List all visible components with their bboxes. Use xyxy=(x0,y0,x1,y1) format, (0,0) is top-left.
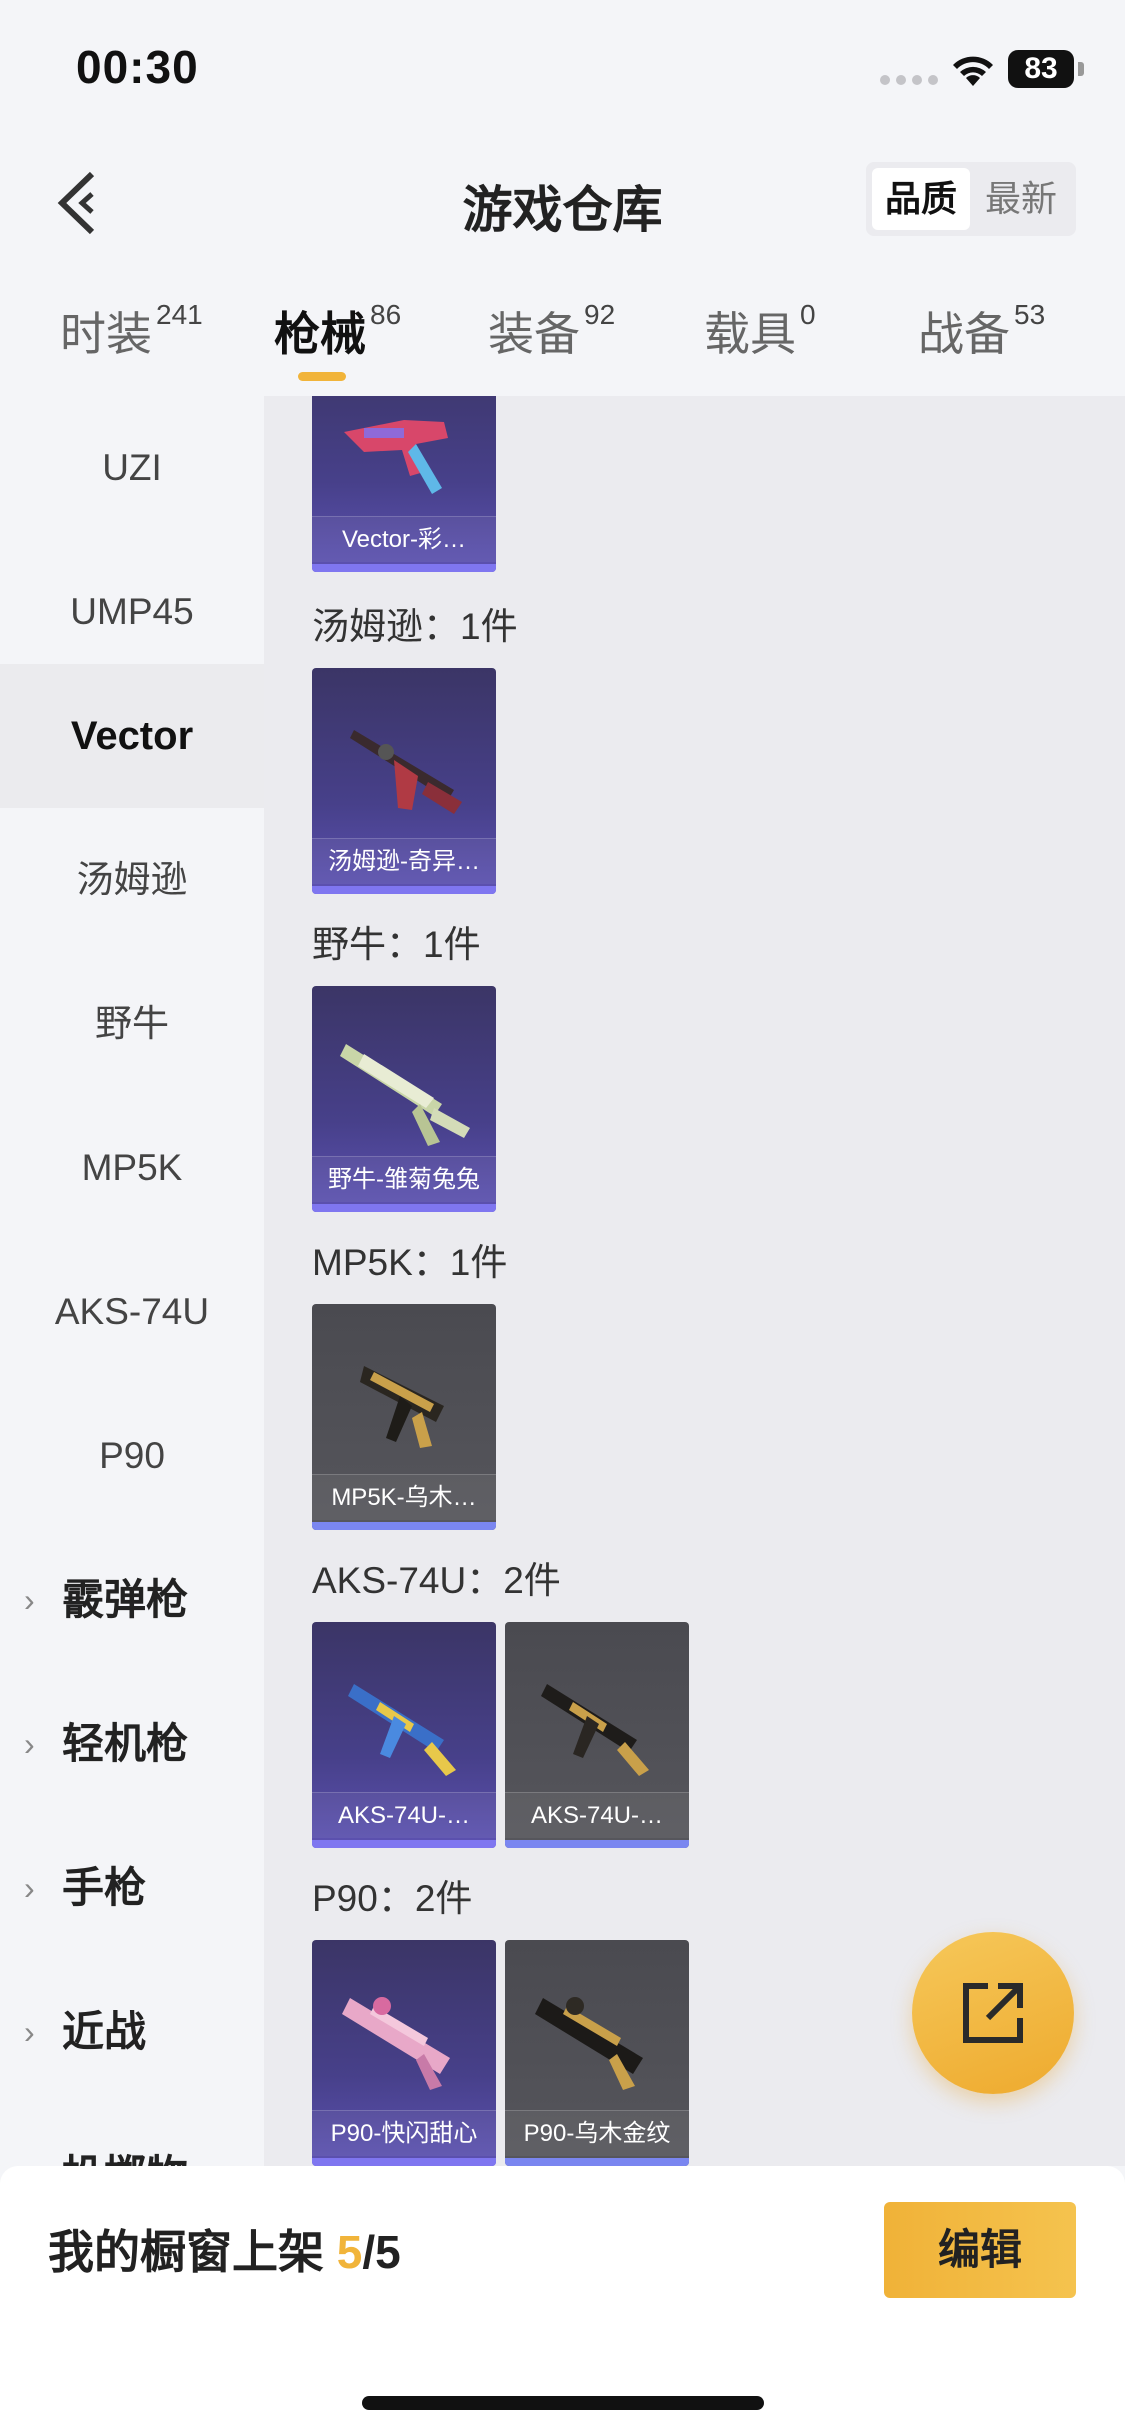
item-card-label: P90-乌木金纹 xyxy=(505,2110,689,2156)
rarity-bar xyxy=(505,1840,689,1848)
bizon-gun-icon xyxy=(340,1044,470,1146)
showcase-status: 我的橱窗上架 5/5 xyxy=(48,2216,401,2282)
status-bar: 00:30 83 xyxy=(0,0,1125,140)
sidebar-item-aks74u[interactable]: AKS-74U xyxy=(0,1240,264,1384)
active-tab-indicator xyxy=(298,372,346,381)
battery-tip xyxy=(1078,62,1084,76)
tab-supplies[interactable]: 战备 53 xyxy=(918,298,1045,364)
item-card-bizon[interactable]: 野牛-雏菊兔兔 xyxy=(312,986,496,1212)
rarity-bar xyxy=(312,1840,496,1848)
category-tabs: 时装 241 枪械 86 装备 92 载具 0 战备 53 xyxy=(0,290,1125,396)
tab-count: 92 xyxy=(584,299,616,330)
rarity-bar xyxy=(505,2158,689,2166)
p90-gun-icon xyxy=(535,1997,643,2090)
group-title-mp5k: MP5K：1件 xyxy=(312,1242,508,1283)
tab-fashion[interactable]: 时装 241 xyxy=(60,298,203,364)
aks74u-gun-icon xyxy=(348,1684,456,1776)
item-card-label: AKS-74U-… xyxy=(505,1792,689,1838)
thompson-gun-icon xyxy=(350,730,462,814)
mp5k-gun-icon xyxy=(360,1366,444,1448)
tab-weapons[interactable]: 枪械 86 xyxy=(274,298,401,364)
group-title-bizon: 野牛：1件 xyxy=(312,924,481,965)
item-card-label: 野牛-雏菊兔兔 xyxy=(312,1156,496,1202)
sidebar-item-ump45[interactable]: UMP45 xyxy=(0,540,264,684)
sidebar-group-lmg[interactable]: › 轻机枪 xyxy=(0,1672,264,1816)
item-card-aks74u-1[interactable]: AKS-74U-… xyxy=(312,1622,496,1848)
home-indicator xyxy=(362,2396,764,2410)
tab-count: 86 xyxy=(370,299,402,330)
battery-indicator: 83 xyxy=(1008,50,1074,88)
sidebar-item-uzi[interactable]: UZI xyxy=(0,396,264,540)
sidebar-item-bizon[interactable]: 野牛 xyxy=(0,952,264,1096)
showcase-current-count: 5 xyxy=(336,2226,363,2278)
edit-button[interactable]: 编辑 xyxy=(884,2202,1076,2298)
chevron-right-icon: › xyxy=(24,1582,35,1618)
sidebar-group-pistol[interactable]: › 手枪 xyxy=(0,1816,264,1960)
sort-toggle: 品质 最新 xyxy=(866,162,1076,236)
sidebar-group-melee[interactable]: › 近战 xyxy=(0,1960,264,2104)
group-title-thompson: 汤姆逊：1件 xyxy=(312,606,518,647)
sidebar-group-throwable[interactable]: ›投掷物 xyxy=(0,2104,264,2166)
group-title-p90: P90：2件 xyxy=(312,1878,473,1919)
tab-equipment[interactable]: 装备 92 xyxy=(488,298,615,364)
group-title-aks74u: AKS-74U：2件 xyxy=(312,1560,561,1601)
rarity-bar xyxy=(312,564,496,572)
item-card-label: 汤姆逊-奇异… xyxy=(312,838,496,884)
aks74u-gun-icon xyxy=(541,1684,649,1776)
showcase-label: 我的橱窗上架 xyxy=(48,2226,324,2278)
item-card-label: MP5K-乌木… xyxy=(312,1474,496,1520)
item-card-mp5k[interactable]: MP5K-乌木… xyxy=(312,1304,496,1530)
nav-header: 游戏仓库 品质 最新 xyxy=(0,140,1125,260)
rarity-bar xyxy=(312,2158,496,2166)
sidebar-item-thompson[interactable]: 汤姆逊 xyxy=(0,808,264,952)
showcase-total: /5 xyxy=(362,2226,401,2278)
sidebar-item-vector[interactable]: Vector xyxy=(0,664,264,808)
weapon-list: Vector-彩… 汤姆逊：1件 汤姆逊-奇异… 野牛：1件 野牛-雏菊兔兔 M… xyxy=(264,396,1125,2166)
tab-count: 0 xyxy=(800,299,816,330)
share-external-icon xyxy=(963,1983,1023,2043)
sidebar-item-mp5k[interactable]: MP5K xyxy=(0,1096,264,1240)
item-card-label: P90-快闪甜心 xyxy=(312,2110,496,2156)
chevron-right-icon: › xyxy=(24,1726,35,1762)
chevron-right-icon: › xyxy=(24,1870,35,1906)
rarity-bar xyxy=(312,1522,496,1530)
sidebar-item-p90[interactable]: P90 xyxy=(0,1384,264,1528)
item-card-p90-1[interactable]: P90-快闪甜心 xyxy=(312,1940,496,2166)
item-card-label: AKS-74U-… xyxy=(312,1792,496,1838)
tab-count: 241 xyxy=(156,299,203,330)
cellular-signal-icon xyxy=(880,72,944,85)
item-card-p90-2[interactable]: P90-乌木金纹 xyxy=(505,1940,689,2166)
item-card-thompson[interactable]: 汤姆逊-奇异… xyxy=(312,668,496,894)
sort-by-quality-button[interactable]: 品质 xyxy=(872,168,970,230)
chevron-right-icon: › xyxy=(24,2014,35,2050)
sort-by-newest-button[interactable]: 最新 xyxy=(972,168,1070,230)
rarity-bar xyxy=(312,886,496,894)
weapon-sidebar: UZI UMP45 Vector 汤姆逊 野牛 MP5K AKS-74U P90… xyxy=(0,396,264,2166)
item-card-aks74u-2[interactable]: AKS-74U-… xyxy=(505,1622,689,1848)
wifi-icon xyxy=(953,56,993,86)
vector-gun-icon xyxy=(344,420,448,494)
item-card-label: Vector-彩… xyxy=(312,516,496,562)
p90-gun-icon xyxy=(342,1997,450,2090)
tab-vehicles[interactable]: 载具 0 xyxy=(704,298,816,364)
tab-count: 53 xyxy=(1014,299,1046,330)
sidebar-group-shotgun[interactable]: › 霰弹枪 xyxy=(0,1528,264,1672)
item-card-vector[interactable]: Vector-彩… xyxy=(312,396,496,572)
rarity-bar xyxy=(312,1204,496,1212)
status-time: 00:30 xyxy=(76,41,199,93)
chevron-right-icon: › xyxy=(24,2104,35,2166)
share-button[interactable] xyxy=(912,1932,1074,2094)
